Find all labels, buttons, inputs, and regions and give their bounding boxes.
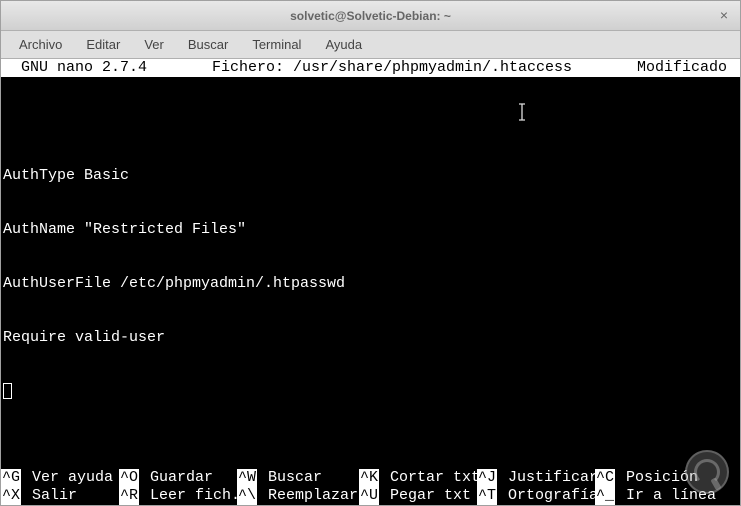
menu-buscar[interactable]: Buscar bbox=[176, 33, 240, 56]
menu-ver[interactable]: Ver bbox=[132, 33, 176, 56]
shortcut-cell: ^O Guardar bbox=[119, 469, 237, 487]
menubar: Archivo Editar Ver Buscar Terminal Ayuda bbox=[1, 31, 740, 59]
shortcut-key: ^_ bbox=[595, 487, 615, 505]
nano-file-label: Fichero: /usr/share/phpmyadmin/.htaccess bbox=[147, 59, 637, 77]
shortcut-label: Ver ayuda bbox=[21, 469, 122, 487]
shortcut-key: ^W bbox=[237, 469, 257, 487]
content-line: AuthType Basic bbox=[3, 167, 738, 185]
shortcut-key: ^C bbox=[595, 469, 615, 487]
menu-editar[interactable]: Editar bbox=[74, 33, 132, 56]
nano-header: GNU nano 2.7.4 Fichero: /usr/share/phpmy… bbox=[1, 59, 740, 77]
content-line: Require valid-user bbox=[3, 329, 738, 347]
shortcut-key: ^O bbox=[119, 469, 139, 487]
shortcut-cell: ^X Salir bbox=[1, 487, 119, 505]
shortcut-key: ^J bbox=[477, 469, 497, 487]
shortcut-key: ^U bbox=[359, 487, 379, 505]
cursor-line bbox=[3, 383, 738, 401]
shortcut-label: Guardar bbox=[139, 469, 240, 487]
shortcut-cell: ^U Pegar txt bbox=[359, 487, 477, 505]
shortcut-label: Reemplazar bbox=[257, 487, 358, 505]
shortcut-key: ^T bbox=[477, 487, 497, 505]
shortcut-cell: ^T Ortografía bbox=[477, 487, 595, 505]
shortcut-cell: ^G Ver ayuda bbox=[1, 469, 119, 487]
shortcut-cell: ^R Leer fich. bbox=[119, 487, 237, 505]
shortcut-label: Ortografía bbox=[497, 487, 598, 505]
titlebar[interactable]: solvetic@Solvetic-Debian: ~ × bbox=[1, 1, 740, 31]
window-title: solvetic@Solvetic-Debian: ~ bbox=[290, 9, 451, 23]
shortcut-key: ^G bbox=[1, 469, 21, 487]
shortcut-key: ^R bbox=[119, 487, 139, 505]
menu-archivo[interactable]: Archivo bbox=[7, 33, 74, 56]
shortcut-cell: ^J Justificar bbox=[477, 469, 595, 487]
close-icon[interactable]: × bbox=[716, 8, 732, 24]
terminal-window: solvetic@Solvetic-Debian: ~ × Archivo Ed… bbox=[0, 0, 741, 506]
shortcut-cell: ^_ Ir a línea bbox=[595, 487, 713, 505]
nano-status: Modificado bbox=[637, 59, 740, 77]
menu-terminal[interactable]: Terminal bbox=[240, 33, 313, 56]
shortcut-label: Buscar bbox=[257, 469, 358, 487]
shortcut-label: Justificar bbox=[497, 469, 598, 487]
menu-ayuda[interactable]: Ayuda bbox=[313, 33, 374, 56]
shortcut-key: ^X bbox=[1, 487, 21, 505]
nano-shortcuts: ^G Ver ayuda ^O Guardar ^W Buscar ^K Cor… bbox=[1, 469, 740, 505]
nano-editor-body[interactable]: AuthType Basic AuthName "Restricted File… bbox=[1, 77, 740, 437]
shortcut-label: Salir bbox=[21, 487, 122, 505]
shortcut-row-1: ^G Ver ayuda ^O Guardar ^W Buscar ^K Cor… bbox=[1, 469, 740, 487]
editor-cursor-icon bbox=[3, 383, 12, 399]
shortcut-label: Leer fich. bbox=[139, 487, 240, 505]
shortcut-label: Pegar txt bbox=[379, 487, 480, 505]
content-line: AuthUserFile /etc/phpmyadmin/.htpasswd bbox=[3, 275, 738, 293]
shortcut-key: ^K bbox=[359, 469, 379, 487]
shortcut-cell: ^K Cortar txt bbox=[359, 469, 477, 487]
content-line: AuthName "Restricted Files" bbox=[3, 221, 738, 239]
blank-line bbox=[3, 113, 738, 131]
shortcut-label: Ir a línea bbox=[615, 487, 716, 505]
shortcut-cell: ^W Buscar bbox=[237, 469, 359, 487]
shortcut-cell: ^C Posición bbox=[595, 469, 713, 487]
shortcut-label: Cortar txt bbox=[379, 469, 480, 487]
shortcut-label: Posición bbox=[615, 469, 698, 487]
shortcut-row-2: ^X Salir ^R Leer fich.^\ Reemplazar^U Pe… bbox=[1, 487, 740, 505]
shortcut-key: ^\ bbox=[237, 487, 257, 505]
nano-app-name: GNU nano 2.7.4 bbox=[1, 59, 147, 77]
terminal-area[interactable]: GNU nano 2.7.4 Fichero: /usr/share/phpmy… bbox=[1, 59, 740, 505]
shortcut-cell: ^\ Reemplazar bbox=[237, 487, 359, 505]
